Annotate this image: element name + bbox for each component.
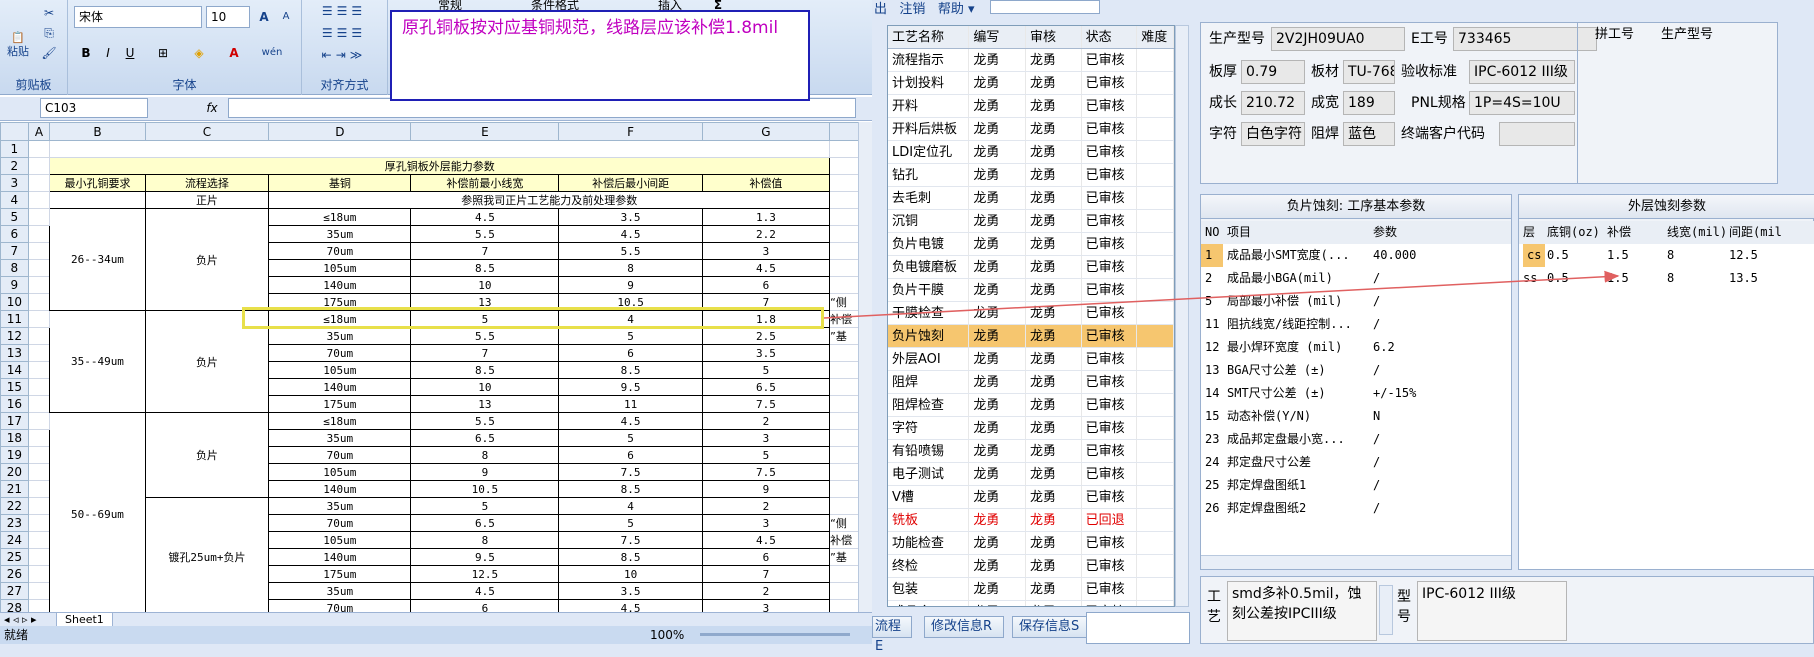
annotation-arrow — [823, 270, 1620, 319]
arrow-line — [823, 270, 1620, 319]
